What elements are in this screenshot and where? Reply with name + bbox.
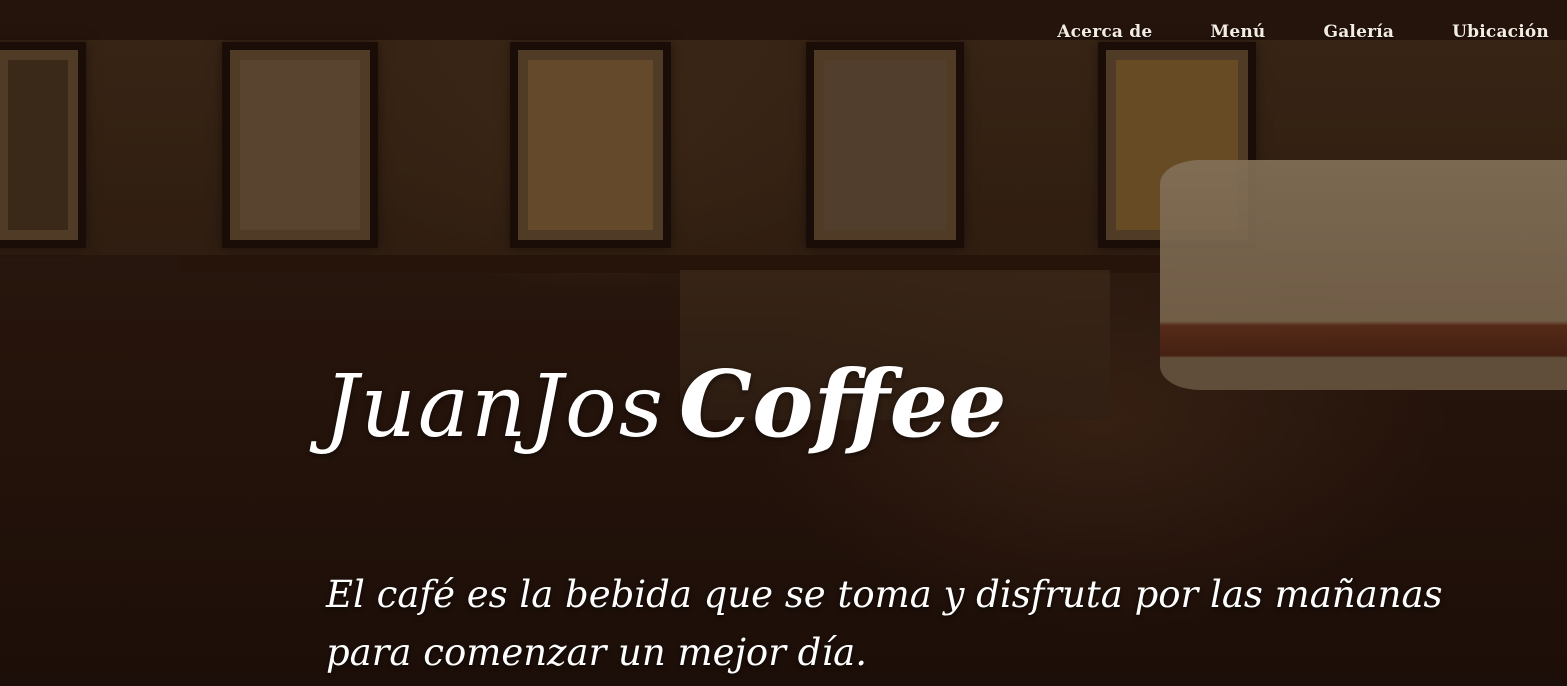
nav-link-location[interactable]: Ubicación — [1452, 22, 1549, 42]
nav-link-gallery[interactable]: Galería — [1324, 22, 1395, 42]
nav-link-menu[interactable]: Menú — [1210, 22, 1265, 42]
hero-tagline: El café es la bebida que se toma y disfr… — [326, 573, 1443, 674]
brand-title: JuanJos Coffee — [324, 350, 1007, 458]
main-nav: Acerca de Menú Galería Ubicación — [999, 22, 1549, 42]
hero-section: Acerca de Menú Galería Ubicación JuanJos… — [0, 0, 1567, 686]
nav-link-about[interactable]: Acerca de — [1057, 22, 1152, 42]
brand-title-light: JuanJos — [324, 357, 665, 457]
brand-title-bold: Coffee — [678, 350, 1007, 458]
